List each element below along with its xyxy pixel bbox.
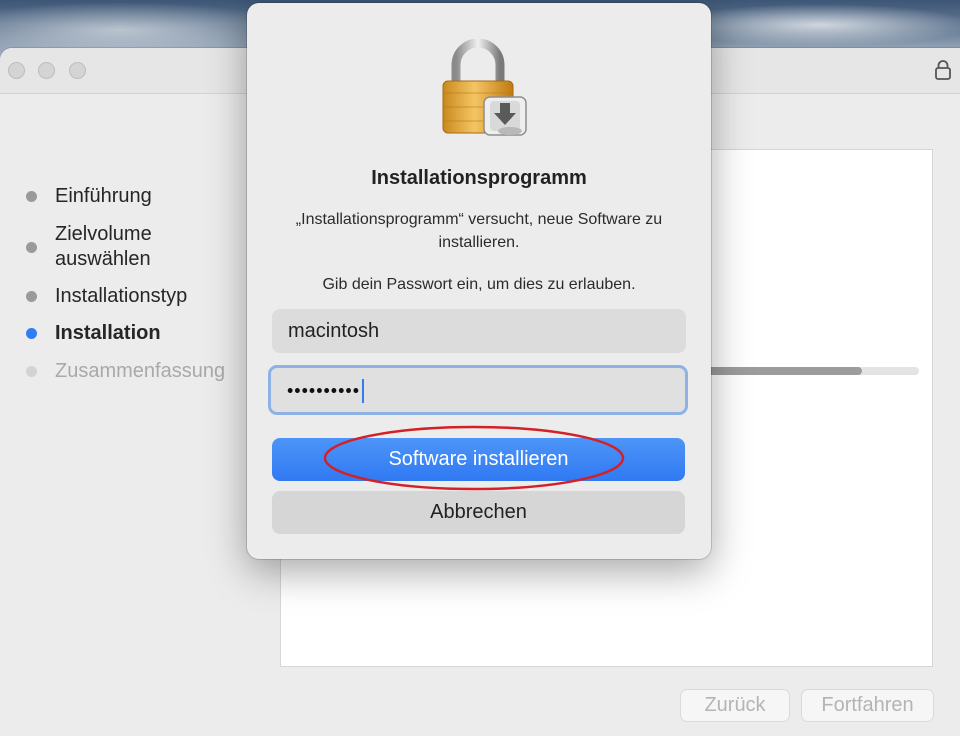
step-introduction: Einführung	[26, 184, 152, 209]
step-label: Einführung	[55, 185, 152, 207]
step-installation: Installation	[26, 321, 161, 346]
step-label: Zusammenfassung	[55, 360, 226, 382]
step-label: Installationstyp	[55, 285, 188, 307]
username-field[interactable]: macintosh	[272, 309, 686, 353]
install-software-button[interactable]: Software installieren	[272, 438, 685, 481]
step-status-dot	[26, 241, 37, 253]
continue-button[interactable]: Fortfahren	[801, 689, 934, 722]
step-destination-select: Zielvolume auswählen	[26, 222, 226, 272]
step-status-dot	[26, 191, 37, 202]
back-button[interactable]: Zurück	[680, 689, 790, 722]
close-window-button[interactable]	[8, 62, 25, 79]
authentication-dialog: Installationsprogramm „Installationsprog…	[247, 3, 711, 559]
installation-progress-bar	[708, 367, 919, 375]
lock-icon	[935, 60, 951, 80]
installation-progress-fill	[708, 367, 863, 375]
cancel-button[interactable]: Abbrechen	[272, 491, 685, 534]
minimize-window-button[interactable]	[38, 62, 55, 79]
dialog-title: Installationsprogramm	[371, 167, 587, 189]
zoom-window-button[interactable]	[69, 62, 86, 79]
username-value: macintosh	[288, 320, 380, 342]
dialog-prompt: Gib dein Passwort ein, um dies zu erlaub…	[322, 276, 636, 293]
step-label: Installation	[55, 322, 161, 344]
step-label: Zielvolume auswählen	[55, 223, 152, 270]
step-summary: Zusammenfassung	[26, 359, 225, 384]
step-status-dot	[26, 328, 37, 339]
step-status-dot	[26, 366, 37, 377]
password-masked-value: ••••••••••	[287, 380, 361, 401]
step-installation-type: Installationstyp	[26, 284, 187, 309]
password-field[interactable]: ••••••••••	[268, 365, 688, 415]
step-status-dot	[26, 291, 37, 302]
text-caret	[362, 378, 365, 403]
padlock-with-installer-disk-icon	[442, 39, 527, 136]
dialog-message: „Installationsprogramm“ versucht, neue S…	[295, 211, 663, 251]
